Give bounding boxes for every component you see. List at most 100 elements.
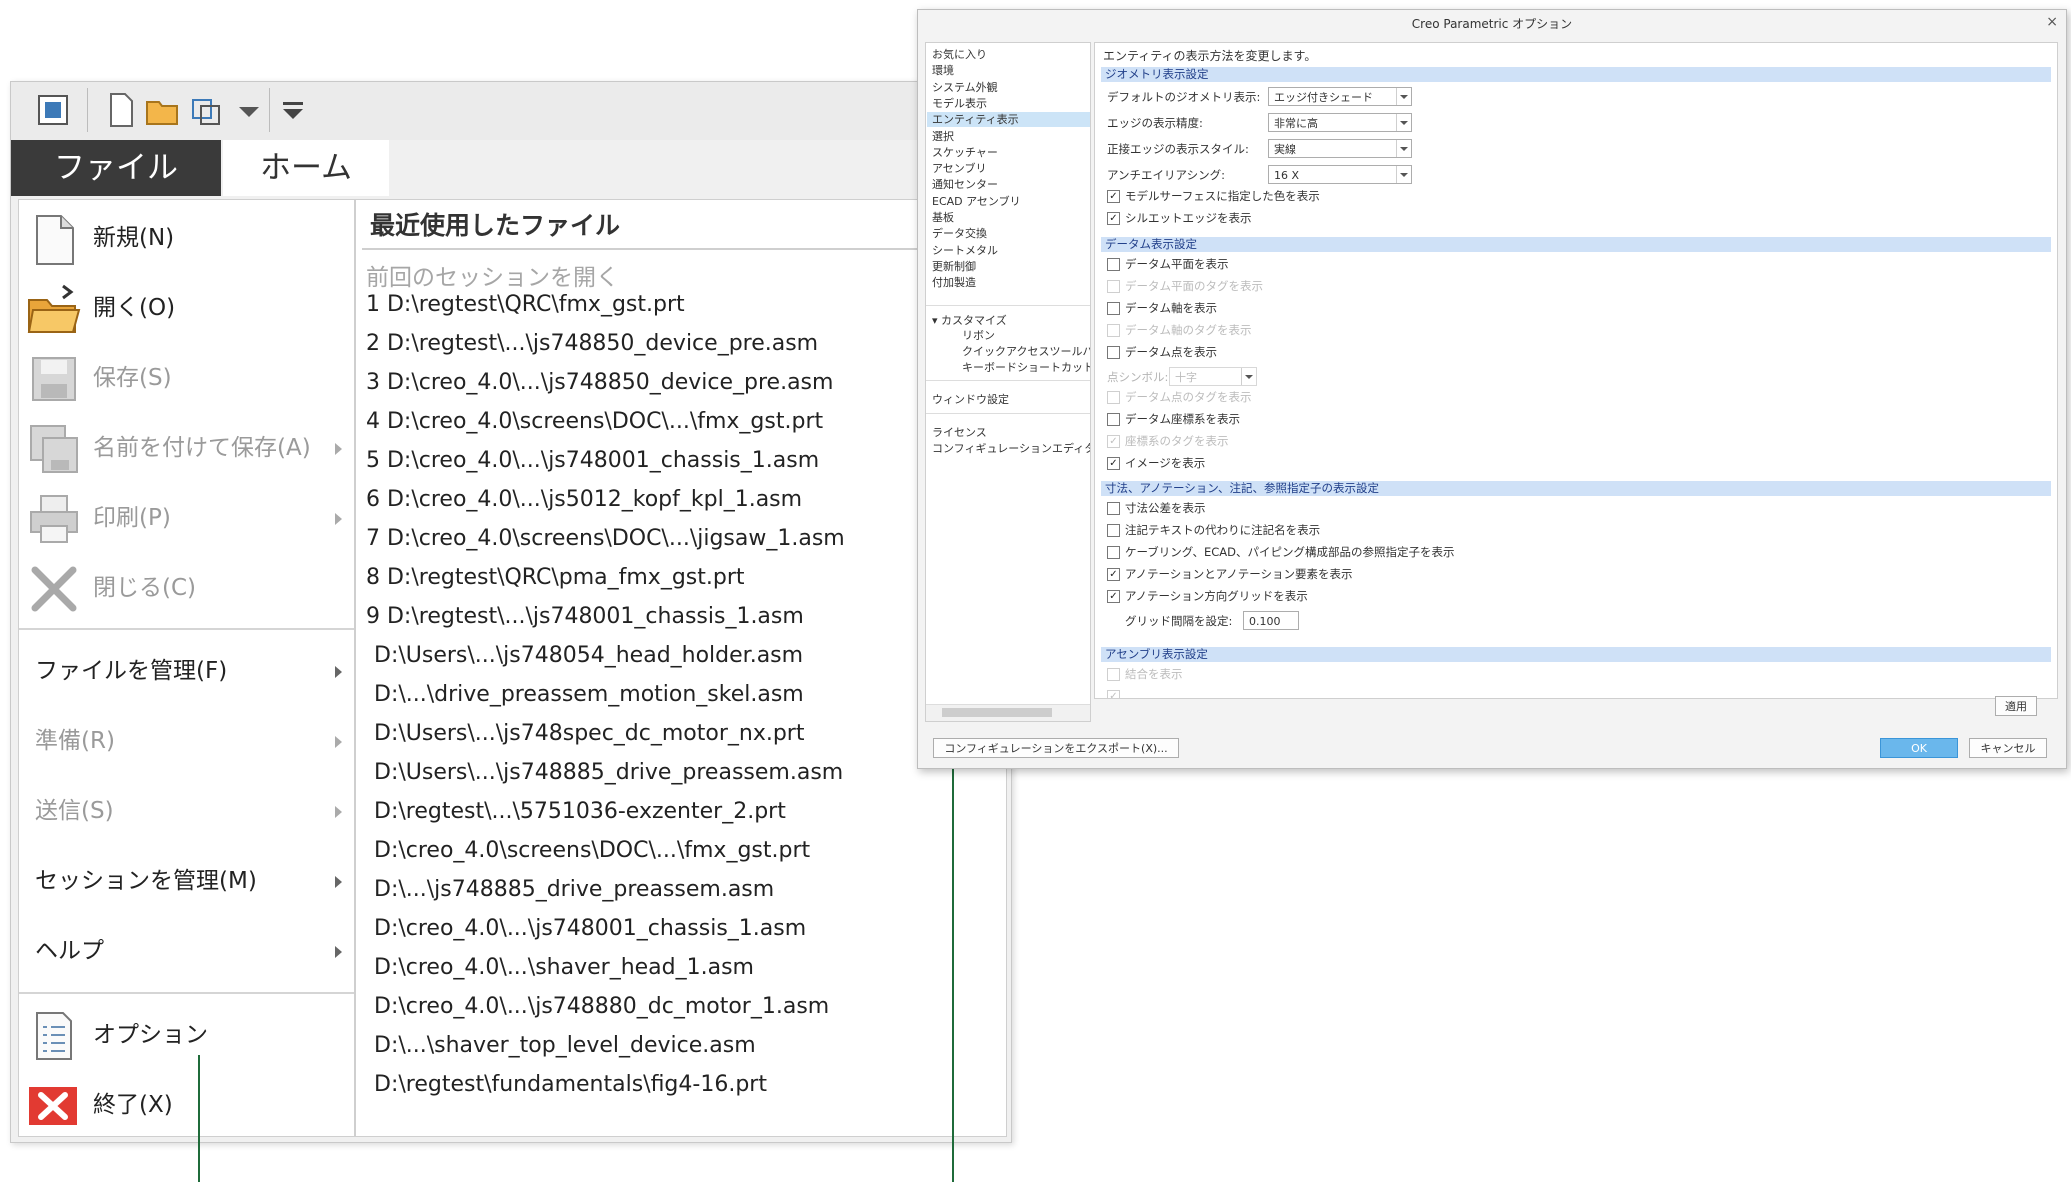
recent-file-item[interactable]: 6 D:\creo_4.0\...\js5012_kopf_kpl_1.asm	[366, 487, 802, 512]
recent-file-item[interactable]: D:\Users\...\js748885_drive_preassem.asm	[374, 760, 843, 785]
nav-item[interactable]: データ交換	[932, 226, 987, 241]
nav-horizontal-scrollbar[interactable]	[926, 704, 1090, 721]
nav-item[interactable]: システム外観	[932, 80, 998, 95]
recent-file-item[interactable]: D:\...\shaver_top_level_device.asm	[374, 1033, 756, 1058]
annotation-grid-checkbox[interactable]: ✓	[1107, 590, 1120, 603]
save-as-label: 名前を付けて保存(A)	[93, 435, 311, 461]
images-checkbox[interactable]: ✓	[1107, 457, 1120, 470]
recent-file-item[interactable]: D:\regtest\fundamentals\fig4-16.prt	[374, 1072, 767, 1097]
manage-session-menu-item[interactable]: セッションを管理(M)	[19, 848, 354, 914]
print-menu-item[interactable]: 印刷(P)	[19, 485, 354, 551]
nav-item[interactable]: 更新制御	[932, 259, 976, 274]
options-menu-item[interactable]: オプション	[19, 1002, 354, 1068]
recent-file-item[interactable]: D:\creo_4.0\screens\DOC\...\fmx_gst.prt	[374, 838, 810, 863]
grid-spacing-input[interactable]: 0.100	[1243, 611, 1299, 630]
recent-file-item[interactable]: D:\creo_4.0\...\js748001_chassis_1.asm	[374, 916, 806, 941]
nav-keyboard-shortcuts[interactable]: キーボードショートカット	[962, 360, 1090, 375]
customize-toolbar-icon[interactable]	[273, 90, 313, 130]
combined-checkbox[interactable]	[1107, 668, 1120, 681]
nav-license[interactable]: ライセンス	[932, 425, 987, 440]
annotations-checkbox[interactable]: ✓	[1107, 568, 1120, 581]
export-config-button[interactable]: コンフィギュレーションをエクスポート(X)...	[933, 738, 1179, 758]
nav-item[interactable]: シートメタル	[932, 243, 998, 258]
open-menu-item[interactable]: 開く(O)	[19, 275, 354, 341]
nav-item[interactable]: 基板	[932, 210, 954, 225]
recent-file-item[interactable]: D:\Users\...\js748054_head_holder.asm	[374, 643, 803, 668]
nav-config-editor[interactable]: コンフィギュレーションエディタ	[932, 441, 1090, 456]
save-menu-item[interactable]: 保存(S)	[19, 345, 354, 411]
recent-file-item[interactable]: D:\creo_4.0\...\js748880_dc_motor_1.asm	[374, 994, 829, 1019]
recent-file-item[interactable]: 3 D:\creo_4.0\...\js748850_device_pre.as…	[366, 370, 833, 395]
surface-color-checkbox[interactable]: ✓	[1107, 190, 1120, 203]
datum-points-checkbox[interactable]	[1107, 346, 1120, 359]
datum-csys-checkbox[interactable]	[1107, 413, 1120, 426]
nav-item[interactable]: モデル表示	[932, 96, 987, 111]
nav-item[interactable]: アセンブリ	[932, 161, 986, 176]
recent-file-item[interactable]: 2 D:\regtest\...\js748850_device_pre.asm	[366, 331, 818, 356]
note-names-checkbox[interactable]	[1107, 524, 1120, 537]
send-menu-item[interactable]: 送信(S)	[19, 778, 354, 844]
regenerate-icon[interactable]	[187, 90, 227, 130]
recent-file-item[interactable]: 1 D:\regtest\QRC\fmx_gst.prt	[366, 292, 685, 317]
cancel-button[interactable]: キャンセル	[1969, 738, 2047, 758]
recent-file-item[interactable]: D:\creo_4.0\...\shaver_head_1.asm	[374, 955, 754, 980]
exit-menu-item[interactable]: 終了(X)	[19, 1072, 354, 1138]
nav-ribbon[interactable]: リボン	[962, 328, 995, 343]
nav-item[interactable]: 通知センター	[932, 177, 998, 192]
recent-file-item[interactable]: D:\Users\...\js748spec_dc_motor_nx.prt	[374, 721, 804, 746]
ok-button[interactable]: OK	[1880, 738, 1958, 758]
help-menu-item[interactable]: ヘルプ	[19, 918, 354, 984]
partially-hidden-checkbox[interactable]: ✓	[1107, 690, 1120, 698]
nav-item[interactable]: 付加製造	[932, 275, 976, 290]
recent-file-item[interactable]: D:\...\drive_preassem_motion_skel.asm	[374, 682, 804, 707]
recent-file-item[interactable]: 5 D:\creo_4.0\...\js748001_chassis_1.asm	[366, 448, 819, 473]
silhouette-checkbox[interactable]: ✓	[1107, 212, 1120, 225]
new-file-icon[interactable]	[101, 90, 141, 130]
edge-quality-select[interactable]: 非常に高	[1268, 113, 1412, 132]
recent-file-item[interactable]: D:\...\js748885_drive_preassem.asm	[374, 877, 774, 902]
dialog-close-icon[interactable]: ×	[2046, 14, 2058, 30]
app-window-icon[interactable]	[33, 90, 73, 130]
manage-file-menu-item[interactable]: ファイルを管理(F)	[19, 638, 354, 704]
dropdown-arrow-icon[interactable]	[229, 90, 269, 130]
nav-customize[interactable]: ▾ カスタマイズ	[932, 313, 1007, 328]
submenu-arrow-icon	[335, 806, 342, 818]
save-as-menu-item[interactable]: 名前を付けて保存(A)	[19, 415, 354, 481]
default-display-select[interactable]: エッジ付きシェード	[1268, 87, 1412, 106]
recent-file-item[interactable]: D:\regtest\...\5751036-exzenter_2.prt	[374, 799, 786, 824]
recent-file-item[interactable]: 4 D:\creo_4.0\screens\DOC\...\fmx_gst.pr…	[366, 409, 823, 434]
tolerance-checkbox[interactable]	[1107, 502, 1120, 515]
tangent-style-select[interactable]: 実線	[1268, 139, 1412, 158]
recent-file-item[interactable]: 9 D:\regtest\...\js748001_chassis_1.asm	[366, 604, 804, 629]
nav-item[interactable]: 環境	[932, 63, 954, 78]
datum-point-tags-checkbox[interactable]	[1107, 391, 1120, 404]
print-icon	[27, 492, 81, 546]
nav-item[interactable]: ECAD アセンブリ	[932, 194, 1021, 209]
nav-window-settings[interactable]: ウィンドウ設定	[932, 392, 1009, 407]
apply-button[interactable]: 適用	[1995, 696, 2037, 716]
nav-item[interactable]: スケッチャー	[932, 145, 998, 160]
nav-item[interactable]: 選択	[932, 129, 954, 144]
datum-planes-checkbox[interactable]	[1107, 258, 1120, 271]
nav-quick-access[interactable]: クイックアクセスツールバー	[962, 344, 1090, 359]
cabling-checkbox[interactable]	[1107, 546, 1120, 559]
open-file-icon[interactable]	[143, 90, 183, 130]
close-menu-item[interactable]: 閉じる(C)	[19, 555, 354, 621]
datum-axes-checkbox[interactable]	[1107, 302, 1120, 315]
datum-plane-tags-checkbox[interactable]	[1107, 280, 1120, 293]
nav-item[interactable]: エンティティ表示	[927, 112, 1090, 128]
datum-axis-tags-label: データム軸のタグを表示	[1125, 323, 1252, 337]
tab-home[interactable]: ホーム	[223, 140, 389, 196]
antialias-select[interactable]: 16 X	[1268, 165, 1412, 184]
open-previous-session[interactable]: 前回のセッションを開く	[366, 258, 619, 292]
datum-axis-tags-checkbox[interactable]	[1107, 324, 1120, 337]
recent-file-item[interactable]: 7 D:\creo_4.0\screens\DOC\...\jigsaw_1.a…	[366, 526, 845, 551]
nav-item[interactable]: お気に入り	[932, 47, 987, 62]
point-symbol-select[interactable]: 十字	[1169, 367, 1257, 386]
tab-file[interactable]: ファイル	[11, 140, 221, 196]
recent-files-title: 最近使用したファイル	[370, 211, 621, 240]
recent-file-item[interactable]: 8 D:\regtest\QRC\pma_fmx_gst.prt	[366, 565, 745, 590]
prepare-menu-item[interactable]: 準備(R)	[19, 708, 354, 774]
new-menu-item[interactable]: 新規(N)	[19, 205, 354, 271]
csys-tags-checkbox[interactable]: ✓	[1107, 435, 1120, 448]
